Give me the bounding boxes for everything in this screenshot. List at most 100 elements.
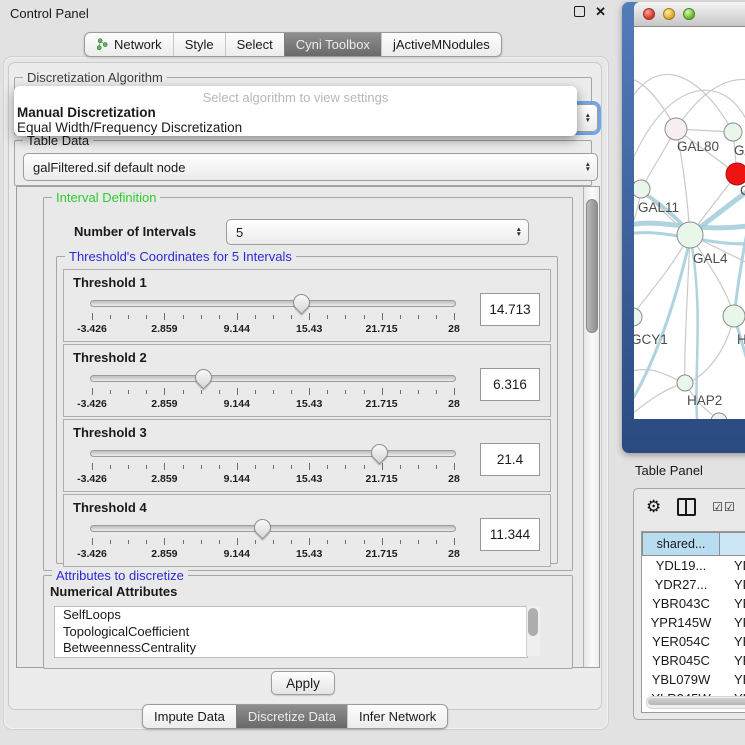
numerical-attributes-label: Numerical Attributes <box>50 584 177 599</box>
network-node-c[interactable] <box>726 163 745 185</box>
column-header-shared-name[interactable]: shared... <box>642 532 720 556</box>
network-node[interactable] <box>711 413 727 419</box>
threshold-value-field[interactable]: 11.344 <box>480 518 540 551</box>
threshold-rows: Threshold 1-3.4262.8599.14415.4321.71528… <box>57 269 557 569</box>
cell-name: YPR1 <box>720 615 745 630</box>
tab-infer-network[interactable]: Infer Network <box>347 705 447 728</box>
thresholds-group-label: Threshold's Coordinates for 5 Intervals <box>65 249 296 264</box>
table-row[interactable]: YDR27...YDR2 <box>642 575 745 594</box>
network-node-label: GAL11 <box>638 200 679 215</box>
threshold-panel-3: Threshold 3 -3.4262.8599.14415.4321.71528… <box>63 419 551 492</box>
threshold-value-field[interactable]: 14.713 <box>480 293 540 326</box>
slider-thumb[interactable] <box>192 365 216 389</box>
slider-ticks <box>92 313 454 321</box>
cell-name: YDR2 <box>720 577 745 592</box>
network-node-h[interactable] <box>723 305 745 327</box>
slider-track[interactable] <box>90 525 456 532</box>
interval-definition-label: Interval Definition <box>52 190 160 205</box>
network-node-label: GAL4 <box>693 251 728 266</box>
horizontal-scrollbar[interactable] <box>646 696 745 709</box>
attributes-list-scrollbar[interactable] <box>526 606 540 656</box>
attributes-group-label: Attributes to discretize <box>52 568 188 583</box>
table-row[interactable]: YER054CYER0 <box>642 632 745 651</box>
cell-name: YBL0 <box>720 672 745 687</box>
slider-track[interactable] <box>90 375 456 382</box>
tab-cyni-toolbox[interactable]: Cyni Toolbox <box>284 33 381 56</box>
tab-network[interactable]: Network <box>85 33 173 56</box>
slider-tick-labels: -3.4262.8599.14415.4321.71528 <box>92 548 454 560</box>
tab-select[interactable]: Select <box>225 33 284 56</box>
zoom-traffic-light[interactable] <box>683 8 695 20</box>
network-node-gal4[interactable] <box>677 222 703 248</box>
table-data-select[interactable]: galFiltered.sif default node ▲▼ <box>23 153 598 181</box>
slider-track[interactable] <box>90 300 456 307</box>
attributes-list-scrollbar-thumb[interactable] <box>528 608 538 636</box>
threshold-label: Threshold 3 <box>73 425 147 440</box>
cell-name: YBR0 <box>720 653 745 668</box>
horizontal-scrollbar-thumb[interactable] <box>648 698 745 705</box>
split-columns-icon[interactable] <box>677 498 696 516</box>
close-traffic-light[interactable] <box>643 8 655 20</box>
attribute-item[interactable]: TopologicalCoefficient <box>55 624 527 641</box>
node-table: shared... n YDL19...YDL1YDR27...YDR2YBR0… <box>641 531 745 713</box>
thresholds-group: Threshold's Coordinates for 5 Intervals … <box>56 256 558 564</box>
tab-label: Infer Network <box>359 705 436 728</box>
network-icon <box>96 38 109 51</box>
apply-button[interactable]: Apply <box>271 671 335 695</box>
threshold-label: Threshold 4 <box>73 500 147 515</box>
tab-label: jActiveMNodules <box>393 33 490 56</box>
table-panel-toolbar: ⚙ ☑☑ <box>646 497 736 517</box>
cell-shared-name: YDL19... <box>642 558 720 573</box>
network-node-gcy1[interactable] <box>634 308 642 326</box>
attribute-item[interactable]: BetweennessCentrality <box>55 640 527 657</box>
slider-thumb[interactable] <box>250 515 274 539</box>
tab-impute-data[interactable]: Impute Data <box>143 705 236 728</box>
network-node-label: C <box>740 183 745 198</box>
network-node-ga[interactable] <box>724 123 742 141</box>
minimize-traffic-light[interactable] <box>663 8 675 20</box>
slider-thumb[interactable] <box>290 290 314 314</box>
threshold-label: Threshold 2 <box>73 350 147 365</box>
bottom-tab-bar: Impute DataDiscretize Data Infer Network <box>142 704 448 729</box>
network-node-gal11[interactable] <box>634 180 650 198</box>
cell-shared-name: YBR045C <box>642 653 720 668</box>
table-row[interactable]: YPR145WYPR1 <box>642 613 745 632</box>
threshold-value-field[interactable]: 6.316 <box>480 368 540 401</box>
cell-name: YIL0 <box>720 710 745 713</box>
algorithm-popup: Select algorithm to view settings Manual… <box>14 86 577 136</box>
tab-jactivemnodules[interactable]: jActiveMNodules <box>381 33 501 56</box>
tab-discretize-data[interactable]: Discretize Data <box>236 705 347 728</box>
combo-arrows-icon: ▲▼ <box>585 162 591 172</box>
tab-style[interactable]: Style <box>173 33 225 56</box>
slider-track[interactable] <box>90 450 456 457</box>
slider-tick-labels: -3.4262.8599.14415.4321.71528 <box>92 473 454 485</box>
network-node-gal80[interactable] <box>665 118 687 140</box>
column-checkboxes-icon[interactable]: ☑☑ <box>712 500 736 514</box>
network-canvas-svg: GAL80GACGAL11GCY1HHAP2GAL4 <box>634 27 745 419</box>
threshold-value-field[interactable]: 21.4 <box>480 443 540 476</box>
table-row[interactable]: YBR045CYBR0 <box>642 651 745 670</box>
table-data-group: Table Data galFiltered.sif default node … <box>14 140 592 186</box>
table-row[interactable]: YBL079WYBL0 <box>642 670 745 689</box>
network-node-hap2[interactable] <box>677 375 693 391</box>
network-view-window: GAL80GACGAL11GCY1HHAP2GAL4 <box>622 2 745 453</box>
cell-name: YBR0 <box>720 596 745 611</box>
close-icon[interactable]: ✕ <box>595 6 606 17</box>
network-canvas[interactable]: GAL80GACGAL11GCY1HHAP2GAL4 <box>634 27 745 419</box>
number-of-intervals-select[interactable]: 5 ▲▼ <box>226 219 529 245</box>
vertical-scrollbar-thumb[interactable] <box>586 199 598 333</box>
slider-ticks <box>92 463 454 471</box>
tab-label: Network <box>114 33 162 56</box>
gear-icon[interactable]: ⚙ <box>646 497 661 517</box>
vertical-scrollbar[interactable] <box>583 187 599 667</box>
slider-thumb[interactable] <box>368 440 392 464</box>
popup-option-manual-discretization[interactable]: Manual Discretization <box>17 105 156 120</box>
float-window-icon[interactable] <box>574 6 585 17</box>
popup-option-equal-width-frequency[interactable]: Equal Width/Frequency Discretization <box>17 120 242 135</box>
column-header-name[interactable]: n <box>720 532 745 556</box>
control-panel-titlebar: Control Panel ✕ <box>0 0 618 26</box>
table-row[interactable]: YBR043CYBR0 <box>642 594 745 613</box>
table-row[interactable]: YDL19...YDL1 <box>642 556 745 575</box>
cell-name: YER0 <box>720 634 745 649</box>
attribute-item[interactable]: SelfLoops <box>55 607 527 624</box>
